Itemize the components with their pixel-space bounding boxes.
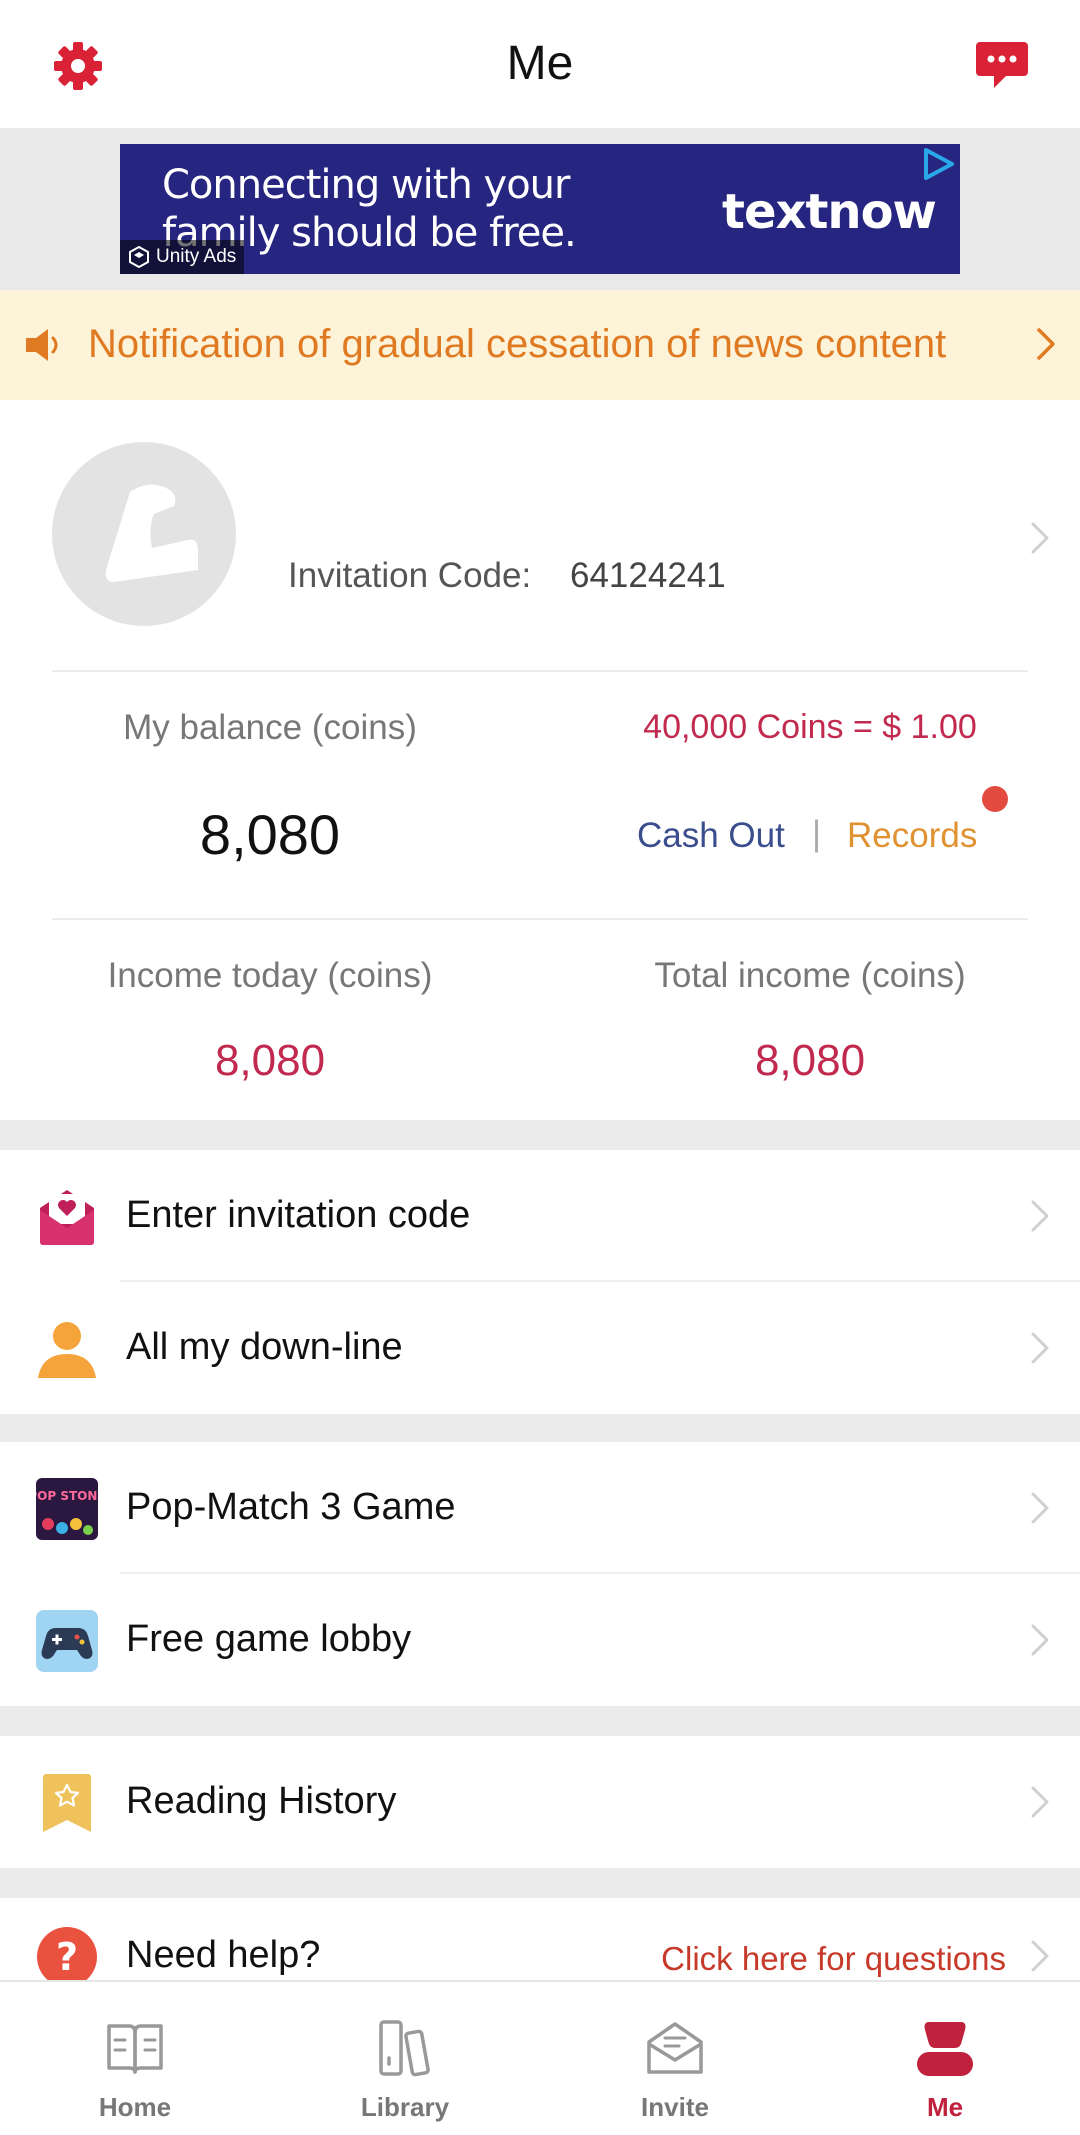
ad-banner[interactable]: Connecting with your family should be fr… bbox=[120, 144, 960, 274]
tab-label: Home bbox=[98, 2092, 172, 2122]
list-item-reading-history[interactable]: Reading History bbox=[0, 1736, 1080, 1868]
invitation-code-value: 64124241 bbox=[570, 556, 726, 595]
chevron-right-icon bbox=[1031, 1940, 1049, 1972]
envelope-icon bbox=[647, 2022, 703, 2074]
notice-text: Notification of gradual cessation of new… bbox=[88, 322, 947, 366]
profile-card: Invitation Code: 64124241 My balance (co… bbox=[0, 400, 1080, 1120]
bookmark-star-icon bbox=[43, 1774, 91, 1832]
ad-brand: textnow bbox=[722, 184, 937, 240]
ad-network-label: Unity Ads bbox=[156, 246, 237, 267]
chevron-right-icon bbox=[1031, 1332, 1049, 1364]
chevron-right-icon bbox=[1037, 328, 1055, 360]
balance-label: My balance (coins) bbox=[123, 708, 417, 747]
divider bbox=[52, 670, 1028, 672]
reading-history-label: Reading History bbox=[126, 1780, 397, 1822]
tab-library[interactable]: Library bbox=[270, 1982, 540, 2135]
all-downline-label: All my down-line bbox=[126, 1326, 403, 1368]
page-title: Me bbox=[506, 37, 574, 90]
exchange-rate: 40,000 Coins = $ 1.00 bbox=[643, 708, 977, 746]
pop-match-game-label: Pop-Match 3 Game bbox=[126, 1486, 456, 1528]
speaker-icon bbox=[26, 329, 58, 361]
notice-banner[interactable]: Notification of gradual cessation of new… bbox=[0, 290, 1080, 400]
person-icon bbox=[38, 1322, 96, 1378]
income-today-value: 8,080 bbox=[214, 1036, 326, 1085]
chevron-right-icon bbox=[1031, 1786, 1049, 1818]
need-help-label: Need help? bbox=[126, 1934, 321, 1976]
avatar[interactable] bbox=[52, 442, 236, 626]
list-item-all-downline[interactable]: All my down-line bbox=[0, 1282, 1080, 1414]
invitation-envelope-icon bbox=[40, 1190, 94, 1245]
game-icon-text: POP STONE bbox=[36, 1489, 98, 1503]
tab-home[interactable]: Home bbox=[0, 1982, 270, 2135]
chevron-right-icon bbox=[1031, 1492, 1049, 1524]
tab-me[interactable]: Me bbox=[810, 1982, 1080, 2135]
ad-container: Connecting with your family should be fr… bbox=[0, 128, 1080, 290]
top-bar: Me bbox=[0, 0, 1080, 128]
list-item-free-game-lobby[interactable]: Free game lobby bbox=[0, 1574, 1080, 1706]
ad-headline-line1: Connecting with your bbox=[162, 162, 570, 208]
tab-label: Me bbox=[926, 2092, 964, 2122]
message-bubble-icon[interactable] bbox=[974, 36, 1030, 92]
ad-network-badge: Unity Ads bbox=[120, 240, 245, 274]
free-game-lobby-label: Free game lobby bbox=[126, 1618, 412, 1660]
list-item-need-help[interactable]: ? Need help? Click here for questions bbox=[0, 1898, 1080, 1980]
total-income-label: Total income (coins) bbox=[654, 956, 966, 995]
invite-menu-group: Enter invitation code All my down-line bbox=[0, 1150, 1080, 1414]
link-separator: | bbox=[812, 814, 822, 853]
help-menu-group: ? Need help? Click here for questions bbox=[0, 1898, 1080, 1980]
list-item-enter-invitation-code[interactable]: Enter invitation code bbox=[0, 1150, 1080, 1282]
history-menu-group: Reading History bbox=[0, 1736, 1080, 1868]
tab-label: Library bbox=[360, 2092, 450, 2122]
ad-choices-icon[interactable] bbox=[920, 146, 956, 182]
invitation-code-label: Invitation Code: bbox=[288, 556, 532, 595]
enter-invitation-code-label: Enter invitation code bbox=[126, 1194, 471, 1236]
total-income-value: 8,080 bbox=[754, 1036, 866, 1085]
income-today-label: Income today (coins) bbox=[107, 956, 433, 995]
svg-text:?: ? bbox=[56, 1935, 78, 1979]
tab-invite[interactable]: Invite bbox=[540, 1982, 810, 2135]
chevron-right-icon[interactable] bbox=[1028, 518, 1052, 558]
person-icon bbox=[917, 2022, 973, 2076]
balance-value: 8,080 bbox=[199, 803, 341, 866]
chevron-right-icon bbox=[1031, 1200, 1049, 1232]
chevron-right-icon bbox=[1031, 1624, 1049, 1656]
pop-stone-game-icon: POP STONE bbox=[36, 1478, 98, 1540]
help-questions-link[interactable]: Click here for questions bbox=[661, 1940, 1006, 1978]
bottom-tab-bar: Home Library Invite Me bbox=[0, 1980, 1080, 2135]
unity-logo-icon bbox=[129, 246, 149, 268]
book-open-icon bbox=[107, 2024, 163, 2074]
notification-dot bbox=[982, 786, 1008, 812]
games-menu-group: POP STONE Pop-Match 3 Game Free game lob… bbox=[0, 1442, 1080, 1706]
records-link[interactable]: Records bbox=[847, 816, 977, 856]
gamepad-icon bbox=[36, 1610, 98, 1672]
list-item-pop-match-game[interactable]: POP STONE Pop-Match 3 Game bbox=[0, 1442, 1080, 1574]
question-mark-icon: ? bbox=[37, 1927, 97, 1980]
library-icon bbox=[379, 2020, 430, 2077]
default-avatar-icon bbox=[105, 484, 198, 582]
divider bbox=[52, 918, 1028, 920]
tab-label: Invite bbox=[641, 2092, 709, 2122]
cash-out-link[interactable]: Cash Out bbox=[637, 816, 785, 856]
